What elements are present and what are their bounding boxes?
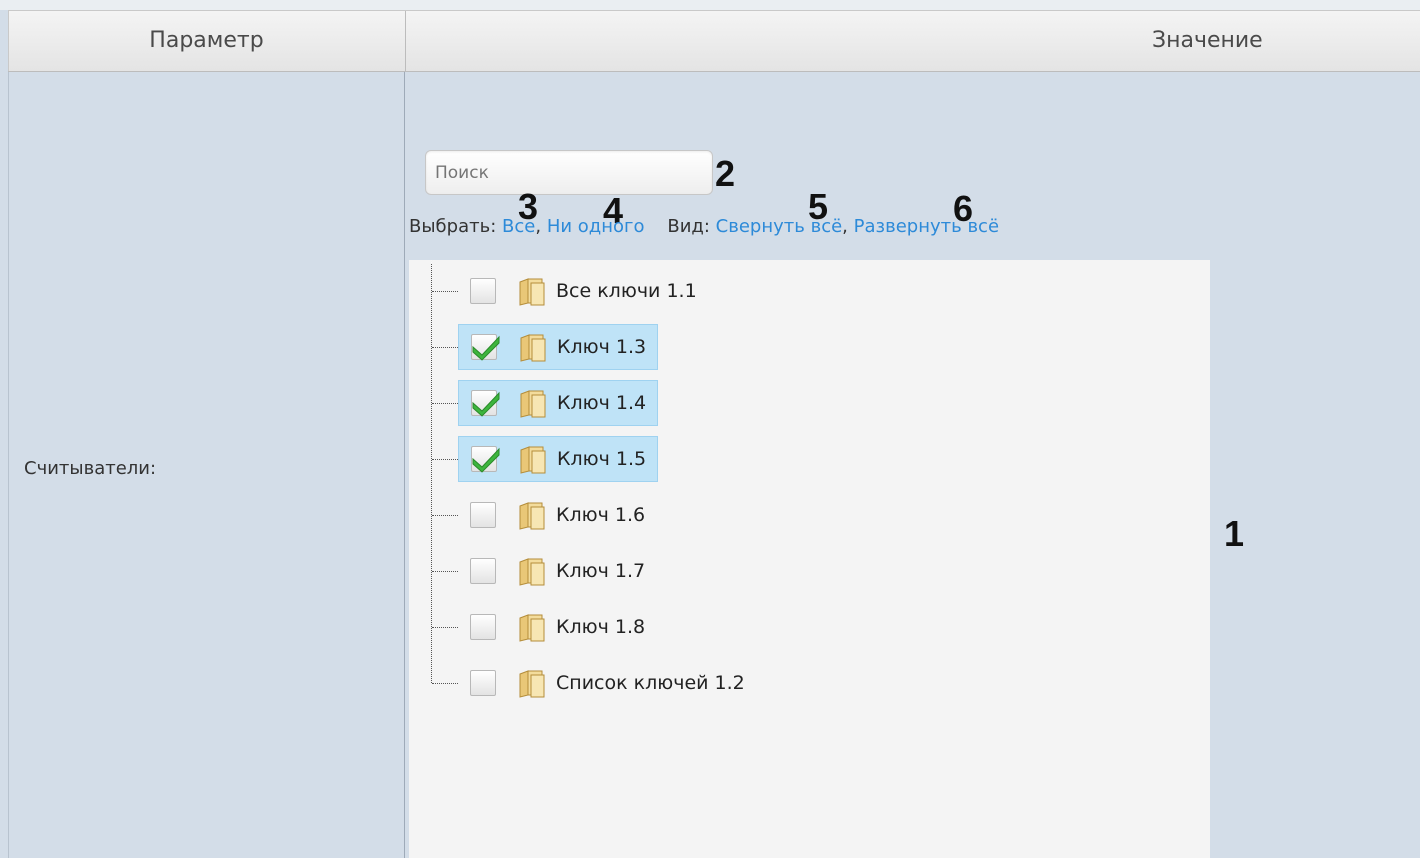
tree-node-label: Ключ 1.5 (557, 448, 647, 470)
tree-connector-horizontal (432, 291, 458, 292)
tree-node[interactable]: Список ключей 1.2 (458, 660, 745, 706)
param-cell: Считыватели: (8, 72, 405, 858)
checkbox[interactable] (470, 558, 496, 584)
tree-node[interactable]: Ключ 1.7 (458, 548, 645, 594)
checkbox-checked[interactable] (471, 390, 500, 417)
checkbox[interactable] (470, 502, 496, 528)
tree-connector-horizontal (432, 515, 458, 516)
comma-separator: , (535, 216, 542, 237)
tree-node-label: Ключ 1.3 (557, 336, 647, 358)
tree-node-label: Ключ 1.4 (557, 392, 647, 414)
tree-node[interactable]: Все ключи 1.1 (458, 268, 697, 314)
checkbox-checked[interactable] (471, 334, 500, 361)
select-links-row: Выбрать: Все, Ни одного Вид: Свернуть вс… (409, 216, 999, 237)
folder-icon (516, 275, 548, 307)
tree-node[interactable]: Ключ 1.3 (458, 324, 658, 370)
folder-icon (516, 611, 548, 643)
tree-connector-horizontal (432, 347, 458, 348)
callout-2: 2 (715, 153, 736, 194)
folder-icon (516, 499, 548, 531)
folder-icon (516, 667, 548, 699)
collapse-all-link[interactable]: Свернуть всё (716, 216, 843, 237)
tree-connector-horizontal (432, 403, 458, 404)
checkmark-icon (472, 335, 500, 361)
checkmark-icon (472, 447, 500, 473)
search-input[interactable] (425, 150, 713, 195)
checkbox[interactable] (470, 670, 496, 696)
grid-header: Параметр Значение (8, 10, 1420, 72)
folder-icon (517, 443, 549, 475)
select-all-link[interactable]: Все (502, 216, 535, 237)
select-none-link[interactable]: Ни одного (547, 216, 645, 237)
tree-node-label: Список ключей 1.2 (556, 672, 745, 694)
tree-node-label: Ключ 1.7 (556, 560, 646, 582)
readers-label: Считыватели: (24, 458, 157, 479)
value-column-header-label: Значение (1152, 28, 1263, 53)
tree-node[interactable]: Ключ 1.5 (458, 436, 658, 482)
param-column-header[interactable]: Параметр (8, 11, 404, 71)
tree-node-label: Все ключи 1.1 (556, 280, 697, 302)
tree-node[interactable]: Ключ 1.4 (458, 380, 658, 426)
comma-separator: , (842, 216, 848, 237)
value-column-header[interactable]: Значение (405, 11, 1420, 71)
checkmark-icon (472, 391, 500, 417)
tree-connector-horizontal (432, 683, 458, 684)
select-label: Выбрать: (409, 216, 497, 237)
callout-1: 1 (1224, 513, 1245, 554)
tree-node[interactable]: Ключ 1.6 (458, 492, 645, 538)
view-label: Вид: (667, 216, 710, 237)
tree-connector-horizontal (432, 627, 458, 628)
checkbox-checked[interactable] (471, 446, 500, 473)
tree-connector-horizontal (432, 459, 458, 460)
folder-icon (517, 331, 549, 363)
folder-icon (517, 387, 549, 419)
tree-node-label: Ключ 1.6 (556, 504, 646, 526)
checkbox[interactable] (470, 614, 496, 640)
tree-connector-vertical (431, 264, 432, 683)
folder-icon (516, 555, 548, 587)
expand-all-link[interactable]: Развернуть всё (854, 216, 999, 237)
tree-node[interactable]: Ключ 1.8 (458, 604, 645, 650)
checkbox[interactable] (470, 278, 496, 304)
top-strip (0, 0, 1420, 10)
tree-connector-horizontal (432, 571, 458, 572)
tree-node-label: Ключ 1.8 (556, 616, 646, 638)
